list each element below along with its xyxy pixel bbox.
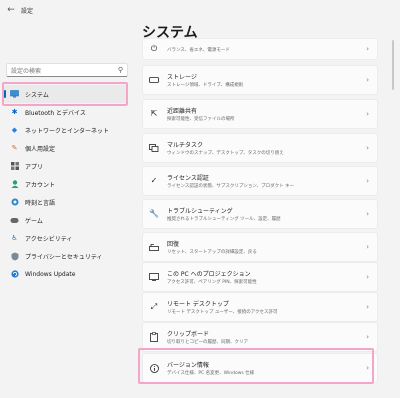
card-description: リモート デスクトップ ユーザー、接続のアクセス許可 — [167, 310, 278, 315]
shield-icon — [10, 252, 19, 261]
search-box[interactable]: 設定の検索 ⚲ — [6, 63, 128, 77]
accessibility-icon: ♿ — [11, 233, 18, 242]
storage-icon — [149, 75, 159, 85]
card-projection[interactable]: この PC へのプロジェクション アクセス許可、ペアリング PIN、探索可能性 … — [142, 262, 378, 292]
card-description: ライセンス認証の状態、サブスクリプション、プロダクト キー — [167, 184, 295, 189]
chevron-right-icon: › — [366, 144, 369, 152]
card-description: デバイス仕様、PC 名変更、Windows 仕様 — [167, 371, 255, 376]
brush-icon: ✎ — [11, 143, 18, 152]
chevron-right-icon: › — [366, 177, 369, 185]
card-activation[interactable]: ✓ ライセンス認証 ライセンス認証の状態、サブスクリプション、プロダクト キー … — [142, 166, 378, 196]
remote-desktop-icon: ⤢ — [150, 302, 158, 311]
chevron-right-icon: › — [366, 333, 369, 341]
search-input[interactable]: 設定の検索 — [11, 66, 118, 75]
card-clipboard[interactable]: クリップボード 切り取りとコピーの履歴、同期、クリア › — [142, 322, 378, 352]
card-title: 近距離共有 — [167, 108, 198, 115]
wifi-icon: ◆ — [11, 125, 18, 134]
sidebar-item-label: ネットワークとインターネット — [25, 127, 110, 135]
sidebar-item-bluetooth[interactable]: ✱ Bluetooth とデバイス — [4, 103, 128, 121]
card-description: 推奨されるトラブルシューティング ツール、設定、履歴 — [167, 217, 281, 222]
nearby-share-icon: ⇱ — [150, 109, 158, 118]
card-nearby-sharing[interactable]: ⇱ 近距離共有 探索可能性、受信ファイルの場所 › — [142, 99, 378, 129]
card-title: ライセンス認証 — [167, 175, 209, 182]
clipboard-icon — [149, 332, 159, 342]
monitor-icon — [10, 90, 19, 99]
card-description: アクセス許可、ペアリング PIN、探索可能性 — [167, 280, 257, 285]
app-title: 設定 — [21, 7, 34, 15]
sidebar-item-accounts[interactable]: アカウント — [4, 175, 128, 193]
chevron-right-icon: › — [366, 273, 369, 281]
bluetooth-icon: ✱ — [11, 107, 18, 116]
sidebar-item-accessibility[interactable]: ♿ アクセシビリティ — [4, 229, 128, 247]
selection-indicator — [4, 90, 6, 98]
wrench-icon: 🔧 — [149, 209, 159, 218]
sidebar-item-time-language[interactable]: 時刻と言語 — [4, 193, 128, 211]
card-description: 探索可能性、受信ファイルの場所 — [167, 117, 235, 122]
card-description: リセット、スタートアップの詳細設定、戻る — [167, 250, 257, 255]
card-title: クリップボード — [167, 331, 210, 338]
card-troubleshoot[interactable]: 🔧 トラブルシューティング 推奨されるトラブルシューティング ツール、設定、履歴… — [142, 199, 378, 229]
chevron-right-icon: › — [366, 210, 369, 218]
sidebar-item-label: 時刻と言語 — [25, 199, 56, 207]
back-button[interactable]: ← — [3, 2, 19, 18]
chevron-right-icon: › — [366, 110, 369, 118]
power-icon: ⏻ — [150, 44, 158, 53]
sidebar-item-label: ゲーム — [25, 217, 43, 225]
card-power[interactable]: ⏻ バランス、省エネ、電源モード › — [142, 38, 378, 60]
card-title: トラブルシューティング — [167, 208, 233, 215]
sidebar-item-windows-update[interactable]: Windows Update — [4, 265, 128, 283]
card-description: ウィンドウのスナップ、デスクトップ、タスクの切り替え — [167, 151, 284, 156]
chevron-right-icon: › — [366, 243, 369, 251]
multitask-icon — [149, 143, 159, 153]
title-bar: ← 設定 — [0, 0, 400, 20]
gamepad-icon — [10, 216, 19, 225]
sidebar-item-apps[interactable]: アプリ — [4, 157, 128, 175]
sidebar-item-gaming[interactable]: ゲーム — [4, 211, 128, 229]
search-icon[interactable]: ⚲ — [118, 66, 123, 74]
card-about[interactable]: バージョン情報 デバイス仕様、PC 名変更、Windows 仕様 › — [142, 353, 378, 383]
projection-icon — [149, 272, 159, 282]
chevron-right-icon: › — [366, 364, 369, 372]
sidebar-item-label: アクセシビリティ — [25, 235, 73, 243]
card-description: 切り取りとコピーの履歴、同期、クリア — [167, 340, 248, 345]
sidebar-item-network[interactable]: ◆ ネットワークとインターネット — [4, 121, 128, 139]
sidebar-item-label: システム — [25, 91, 49, 99]
card-remote-desktop[interactable]: ⤢ リモート デスクトップ リモート デスクトップ ユーザー、接続のアクセス許可… — [142, 292, 378, 322]
sidebar-item-system[interactable]: システム — [4, 85, 128, 103]
card-title: バージョン情報 — [167, 362, 209, 369]
chevron-right-icon: › — [366, 45, 369, 53]
card-description: バランス、省エネ、電源モード — [167, 47, 230, 53]
account-icon — [10, 180, 19, 189]
sidebar-item-label: プライバシーとセキュリティ — [25, 253, 103, 261]
card-title: ストレージ — [167, 74, 197, 81]
sidebar-item-label: Bluetooth とデバイス — [25, 109, 86, 117]
card-description: ストレージ領域、ドライブ、構成規則 — [167, 83, 244, 88]
card-storage[interactable]: ストレージ ストレージ領域、ドライブ、構成規則 › — [142, 65, 378, 95]
card-title: この PC へのプロジェクション — [167, 271, 251, 278]
info-icon — [149, 363, 159, 373]
chevron-right-icon: › — [366, 303, 369, 311]
card-title: リモート デスクトップ — [167, 301, 229, 308]
card-title: 回復 — [167, 241, 180, 248]
sidebar-item-label: アプリ — [25, 163, 44, 171]
card-recovery[interactable]: 回復 リセット、スタートアップの詳細設定、戻る › — [142, 232, 378, 262]
activation-icon: ✓ — [150, 176, 158, 185]
scrollbar[interactable] — [392, 40, 394, 90]
back-arrow-icon: ← — [7, 5, 15, 15]
apps-icon — [10, 162, 19, 171]
sidebar-item-personalization[interactable]: ✎ 個人用設定 — [4, 139, 128, 157]
globe-clock-icon — [10, 198, 19, 207]
card-multitasking[interactable]: マルチタスク ウィンドウのスナップ、デスクトップ、タスクの切り替え › — [142, 133, 378, 163]
update-icon — [10, 270, 19, 279]
sidebar-item-label: 個人用設定 — [25, 145, 56, 153]
chevron-right-icon: › — [366, 76, 369, 84]
sidebar-item-privacy[interactable]: プライバシーとセキュリティ — [4, 247, 128, 265]
recovery-icon — [149, 242, 159, 252]
sidebar-item-label: Windows Update — [25, 270, 76, 278]
sidebar-item-label: アカウント — [25, 181, 56, 189]
card-title: マルチタスク — [167, 142, 204, 149]
